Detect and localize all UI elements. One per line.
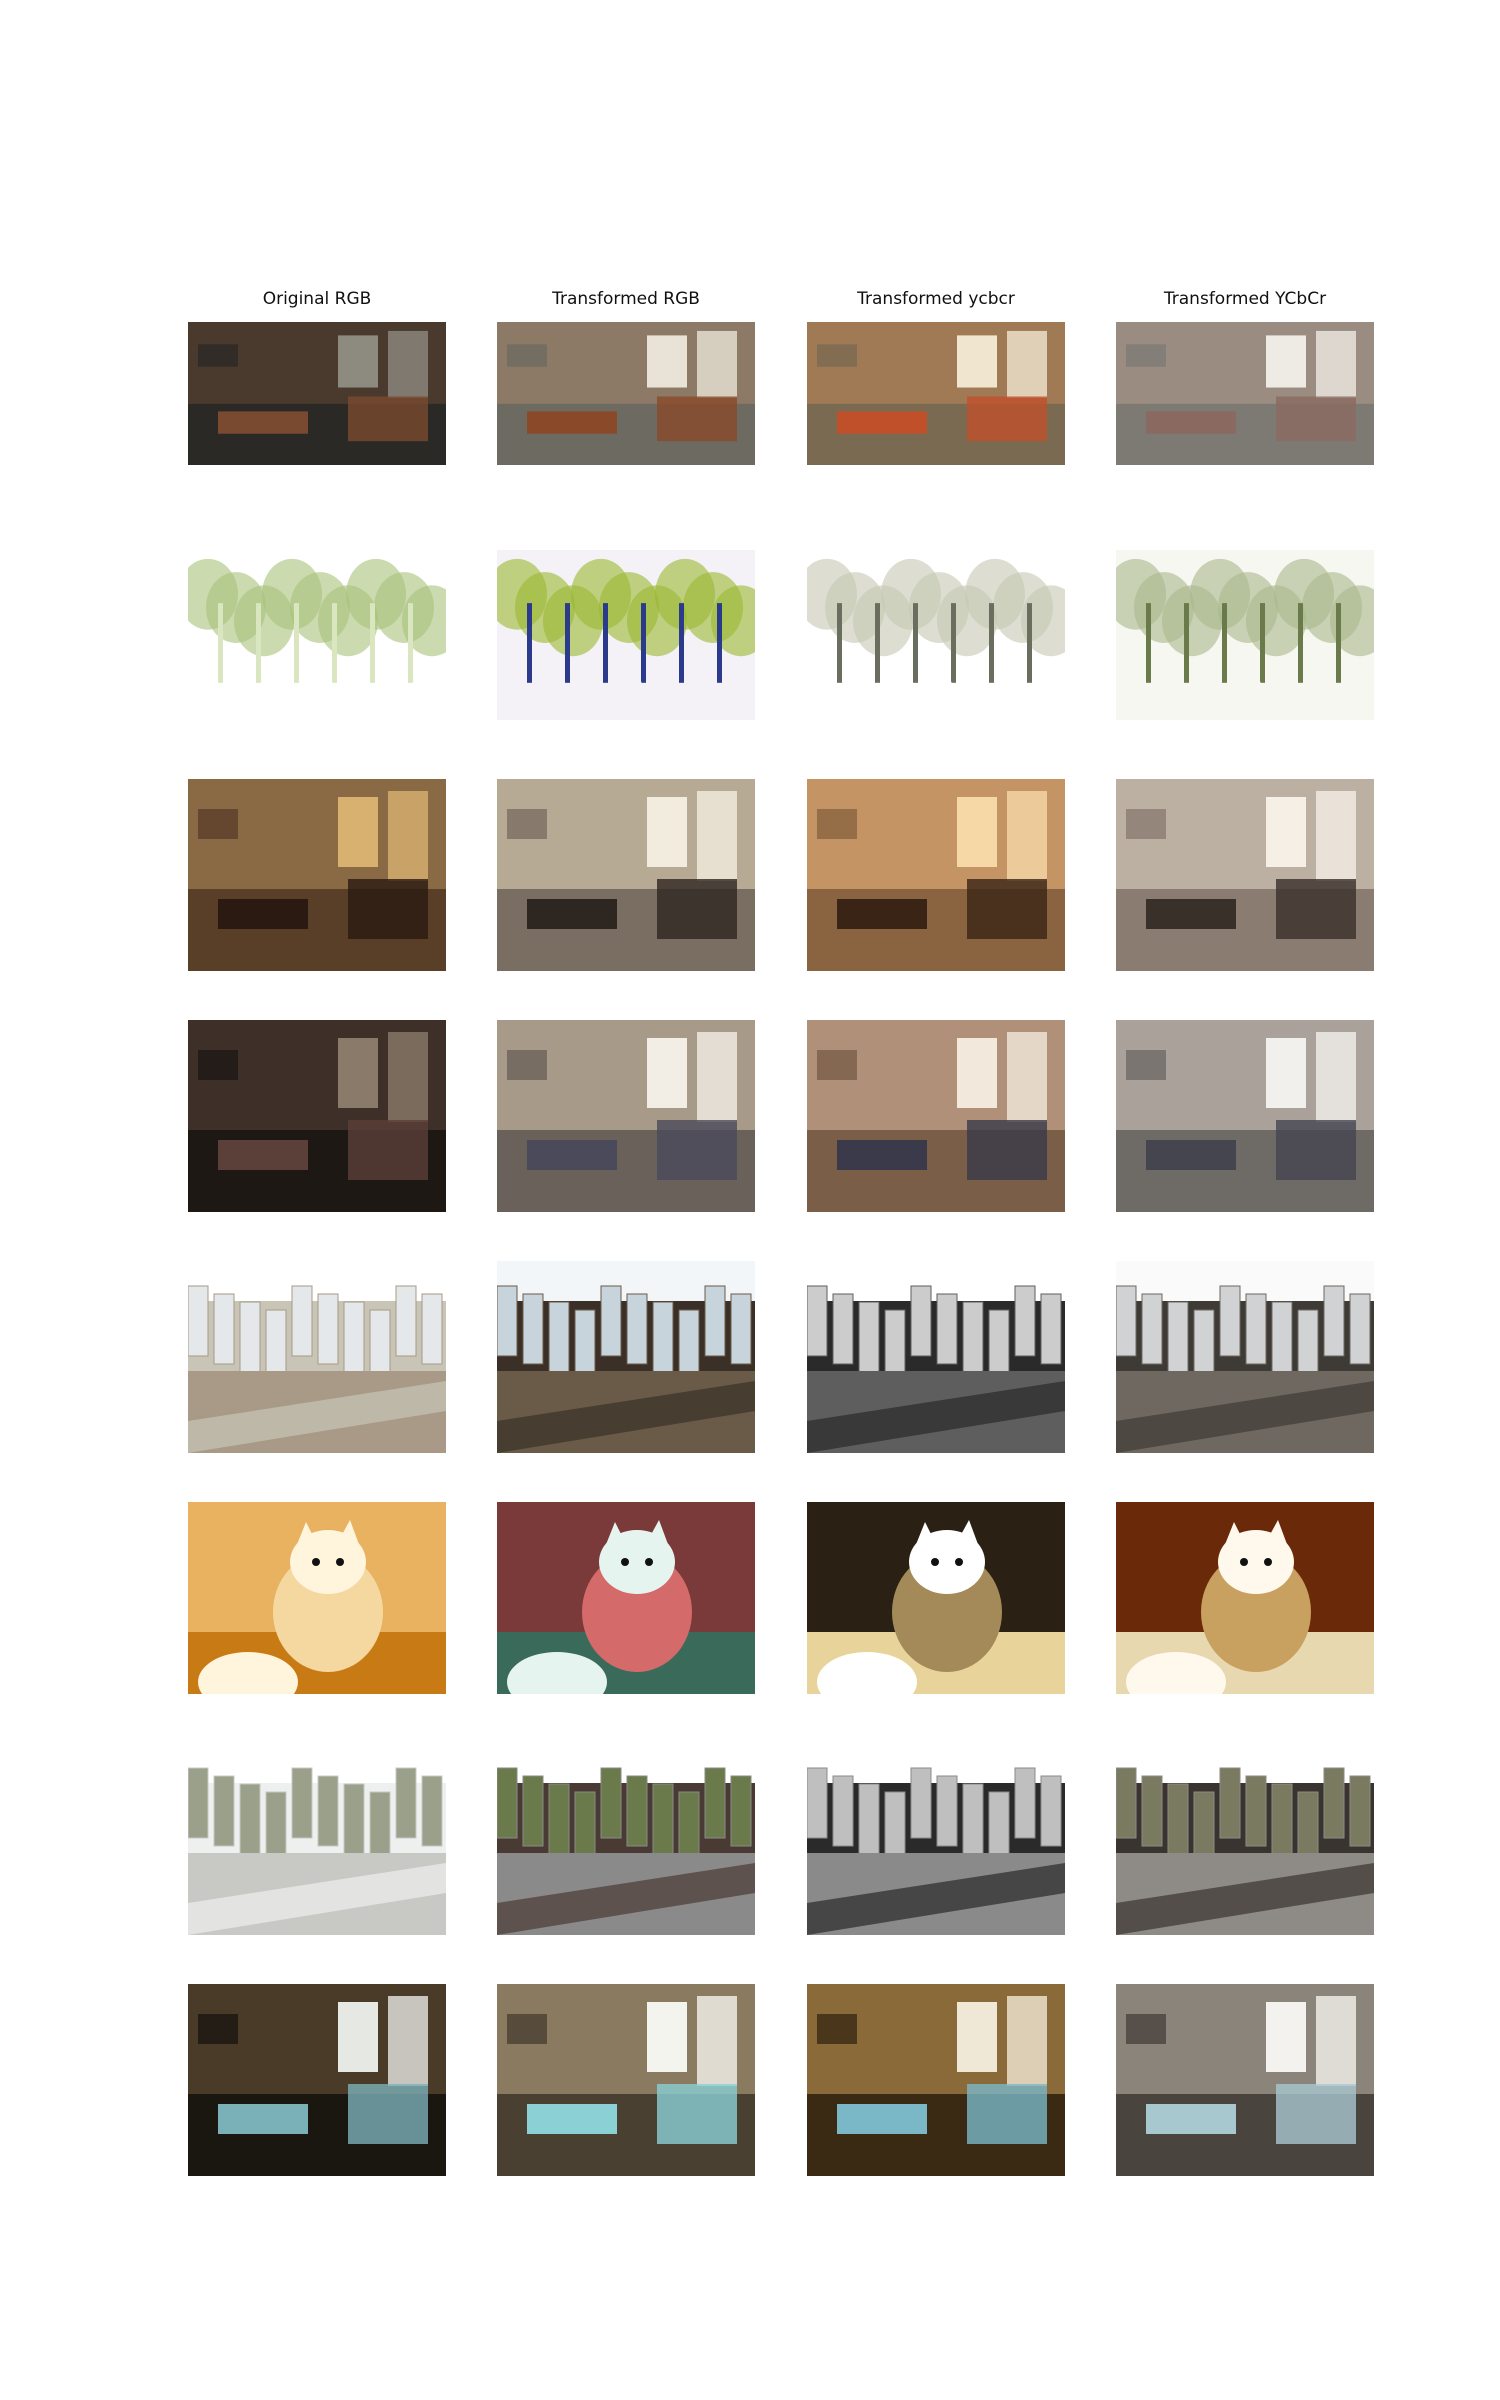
scene-image: [1116, 1984, 1374, 2176]
column-title-original-rgb: Original RGB: [262, 289, 372, 309]
image-cell-forest-path-bright-1: [497, 550, 755, 720]
scene-image: [497, 322, 755, 465]
scene-image: [188, 322, 446, 465]
scene-image: [1116, 1020, 1374, 1212]
image-cell-bedroom-window-0: [188, 1984, 446, 2176]
scene-image: [497, 1743, 755, 1935]
scene-image: [188, 1743, 446, 1935]
image-cell-city-towers-aerial-1: [497, 1261, 755, 1453]
image-cell-rooftops-city-bright-3: [1116, 1743, 1374, 1935]
image-cell-living-room-dark-tv-3: [1116, 322, 1374, 465]
image-cell-office-room-shadow-1: [497, 1020, 755, 1212]
scene-image: [1116, 1502, 1374, 1694]
scene-image: [807, 1020, 1065, 1212]
scene-image: [497, 1020, 755, 1212]
scene-image: [807, 322, 1065, 465]
image-cell-living-room-warm-doors-2: [807, 779, 1065, 971]
scene-image: [497, 1502, 755, 1694]
scene-image: [188, 1020, 446, 1212]
image-cell-kitten-yellow-3: [1116, 1502, 1374, 1694]
image-cell-living-room-dark-tv-1: [497, 322, 755, 465]
scene-image: [1116, 550, 1374, 720]
image-cell-kitten-yellow-1: [497, 1502, 755, 1694]
scene-image: [1116, 1743, 1374, 1935]
image-cell-forest-path-bright-3: [1116, 550, 1374, 720]
image-cell-bedroom-window-2: [807, 1984, 1065, 2176]
image-cell-city-towers-aerial-2: [807, 1261, 1065, 1453]
scene-image: [497, 1261, 755, 1453]
scene-image: [807, 550, 1065, 720]
image-cell-bedroom-window-1: [497, 1984, 755, 2176]
image-cell-rooftops-city-bright-0: [188, 1743, 446, 1935]
scene-image: [807, 1984, 1065, 2176]
scene-image: [1116, 779, 1374, 971]
image-cell-living-room-warm-doors-1: [497, 779, 755, 971]
scene-image: [807, 1261, 1065, 1453]
image-cell-living-room-dark-tv-0: [188, 322, 446, 465]
column-title-transformed-ycbcr-lower: Transformed ycbcr: [857, 289, 1015, 309]
scene-image: [188, 1984, 446, 2176]
image-cell-forest-path-bright-2: [807, 550, 1065, 720]
image-cell-office-room-shadow-3: [1116, 1020, 1374, 1212]
image-cell-bedroom-window-3: [1116, 1984, 1374, 2176]
scene-image: [497, 1984, 755, 2176]
image-cell-rooftops-city-bright-2: [807, 1743, 1065, 1935]
image-cell-kitten-yellow-0: [188, 1502, 446, 1694]
column-title-transformed-ycbcr-upper: Transformed YCbCr: [1163, 289, 1327, 309]
scene-image: [807, 1502, 1065, 1694]
image-cell-living-room-dark-tv-2: [807, 322, 1065, 465]
image-cell-living-room-warm-doors-3: [1116, 779, 1374, 971]
scene-image: [497, 779, 755, 971]
scene-image: [188, 1502, 446, 1694]
scene-image: [188, 779, 446, 971]
scene-image: [1116, 1261, 1374, 1453]
column-title-transformed-rgb: Transformed RGB: [552, 289, 700, 309]
image-cell-city-towers-aerial-3: [1116, 1261, 1374, 1453]
scene-image: [497, 550, 755, 720]
scene-image: [188, 1261, 446, 1453]
scene-image: [807, 779, 1065, 971]
image-cell-office-room-shadow-0: [188, 1020, 446, 1212]
image-cell-city-towers-aerial-0: [188, 1261, 446, 1453]
scene-image: [188, 550, 446, 720]
scene-image: [1116, 322, 1374, 465]
image-cell-rooftops-city-bright-1: [497, 1743, 755, 1935]
image-cell-office-room-shadow-2: [807, 1020, 1065, 1212]
image-cell-kitten-yellow-2: [807, 1502, 1065, 1694]
image-cell-living-room-warm-doors-0: [188, 779, 446, 971]
scene-image: [807, 1743, 1065, 1935]
image-cell-forest-path-bright-0: [188, 550, 446, 720]
